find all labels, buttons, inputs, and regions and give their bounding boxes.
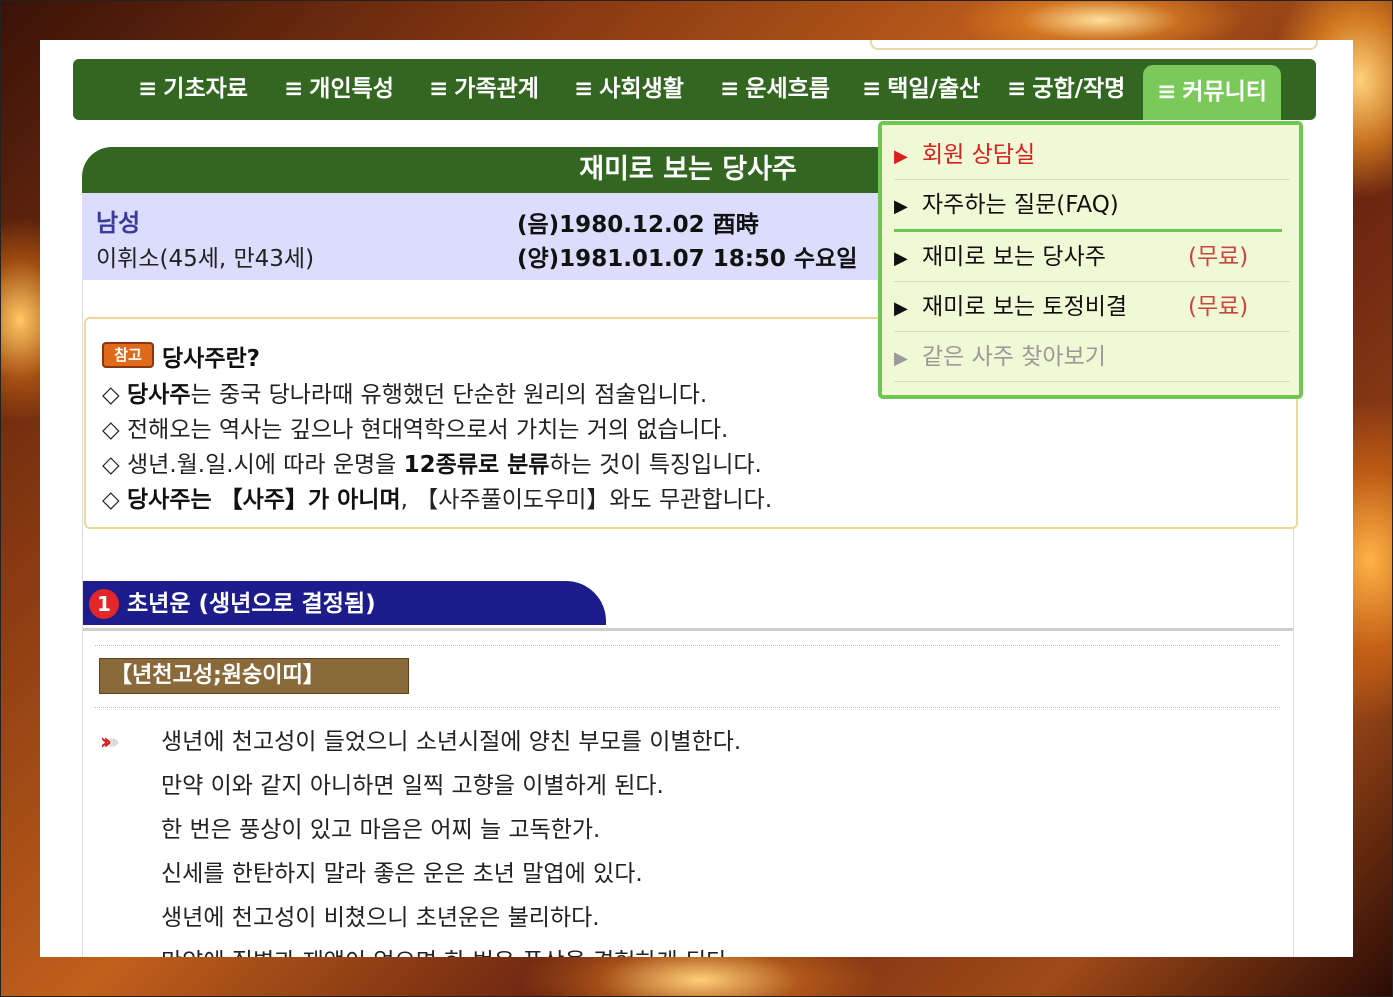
nav-item-personal[interactable]: ≡ 개인특성: [284, 59, 394, 120]
nav-item-label: 가족관계: [454, 76, 539, 102]
nav-item-community[interactable]: ≡ 커뮤니티: [1143, 65, 1281, 120]
dropdown-item-dangsaju[interactable]: ▶ 재미로 보는 당사주 (무료): [894, 233, 1290, 282]
play-triangle-icon: ▶: [894, 146, 908, 167]
section-header: 1 초년운 (생년으로 결정됨): [83, 581, 606, 625]
note-text: , 【사주풀이도우미】와도 무관합니다.: [400, 487, 773, 513]
menu-icon: ≡: [1157, 79, 1177, 105]
note-bold: 당사주는 【사주】가 아니며: [127, 487, 401, 513]
menu-icon: ≡: [284, 76, 304, 102]
fortune-line: 생년에 천고성이 비쳤으니 초년운은 불리하다.: [161, 905, 600, 931]
section-number: 1: [89, 589, 119, 619]
solar-date: (양)1981.01.07 18:50 수요일: [517, 246, 858, 272]
menu-icon: ≡: [429, 76, 449, 102]
dropdown-item-label: 같은 사주 찾아보기: [922, 344, 1106, 370]
divider: [95, 645, 1280, 646]
play-triangle-icon: ▶: [894, 196, 908, 217]
diamond-icon: ◇: [102, 487, 120, 513]
page-title: 재미로 보는 당사주: [579, 154, 797, 185]
note-text: 생년.월.일.시에 따라 운명을: [127, 452, 404, 478]
note-line: ◇ 전해오는 역사는 깊으나 현대역학으로서 가치는 거의 없습니다.: [102, 410, 728, 444]
note-text: 전해오는 역사는 깊으나 현대역학으로서 가치는 거의 없습니다.: [127, 417, 729, 443]
note-badge: 참고: [102, 342, 154, 368]
dropdown-item-label: 회원 상담실: [922, 142, 1036, 168]
diamond-icon: ◇: [102, 452, 120, 478]
name-age: 이휘소(45세, 만43세): [96, 246, 315, 272]
dropdown-item-faq[interactable]: ▶ 자주하는 질문(FAQ): [894, 181, 1290, 229]
divider: [83, 628, 1293, 631]
dropdown-item-label: 재미로 보는 당사주: [922, 244, 1106, 270]
dropdown-item-tojeong[interactable]: ▶ 재미로 보는 토정비결 (무료): [894, 283, 1290, 332]
menu-icon: ≡: [574, 76, 594, 102]
menu-icon: ≡: [1007, 76, 1027, 102]
nav-item-label: 운세흐름: [745, 76, 830, 102]
nav-item-label: 택일/출산: [887, 76, 981, 102]
menu-icon: ≡: [720, 76, 740, 102]
note-text: 는 중국 당나라때 유행했던 단순한 원리의 점술입니다.: [190, 382, 708, 408]
nav-item-fortune[interactable]: ≡ 운세흐름: [720, 59, 830, 120]
note-line: ◇ 생년.월.일.시에 따라 운명을 12종류로 분류하는 것이 특징입니다.: [102, 445, 762, 479]
note-text: 하는 것이 특징입니다.: [549, 452, 762, 478]
dropdown-separator: [894, 229, 1282, 232]
dropdown-item-counsel[interactable]: ▶ 회원 상담실: [894, 131, 1290, 180]
top-info-strip: [870, 40, 1318, 50]
fortune-line: 만약에 질병과 재액이 없으면 한 번은 풍상을 경험하게 된다.: [161, 942, 735, 957]
nav-item-match-naming[interactable]: ≡ 궁합/작명: [1007, 59, 1125, 120]
free-badge: (무료): [1188, 244, 1249, 270]
nav-item-label: 기초자료: [163, 76, 248, 102]
play-triangle-icon: ▶: [894, 248, 908, 269]
main-nav: ≡ 기초자료 ≡ 개인특성 ≡ 가족관계 ≡ 사회생활 ≡ 운세흐름 ≡ 택일/출산 ≡ 궁합…: [73, 59, 1316, 120]
section-title: 초년운 (생년으로 결정됨): [127, 591, 376, 617]
nav-item-social[interactable]: ≡ 사회생활: [574, 59, 684, 120]
community-dropdown: ▶ 회원 상담실 ▶ 자주하는 질문(FAQ) ▶ 재미로 보는 당사주 (무료) ▶ 재…: [878, 121, 1303, 399]
free-badge: (무료): [1188, 294, 1249, 320]
note-bold: 12종류로 분류: [403, 452, 550, 478]
note-bold: 당사주: [127, 382, 191, 408]
note-line: ◇ 당사주는 중국 당나라때 유행했던 단순한 원리의 점술입니다.: [102, 375, 707, 409]
menu-icon: ≡: [862, 76, 882, 102]
menu-icon: ≡: [138, 76, 158, 102]
note-line: ◇ 당사주는 【사주】가 아니며, 【사주풀이도우미】와도 무관합니다.: [102, 480, 772, 514]
double-chevron-icon: ›› ››: [100, 730, 120, 755]
fortune-line: 만약 이와 같지 아니하면 일찍 고향을 이별하게 된다.: [161, 773, 664, 799]
note-heading: 당사주란?: [162, 346, 260, 372]
fortune-line: 신세를 한탄하지 말라 좋은 운은 초년 말엽에 있다.: [161, 861, 643, 887]
divider: [95, 707, 1280, 708]
star-title: 【년천고성;원숭이띠】: [99, 658, 409, 694]
play-triangle-icon: ▶: [894, 298, 908, 319]
nav-item-label: 궁합/작명: [1032, 76, 1126, 102]
fortune-line: 생년에 천고성이 들었으니 소년시절에 양친 부모를 이별한다.: [161, 729, 742, 755]
nav-item-label: 사회생활: [599, 76, 684, 102]
gender-label: 남성: [96, 209, 141, 237]
dropdown-item-label: 자주하는 질문(FAQ): [922, 192, 1119, 218]
nav-item-label: 개인특성: [309, 76, 394, 102]
nav-item-label: 커뮤니티: [1182, 79, 1267, 105]
lunar-date: (음)1980.12.02 酉時: [517, 212, 759, 238]
nav-item-date-birth[interactable]: ≡ 택일/출산: [862, 59, 980, 120]
nav-item-basic[interactable]: ≡ 기초자료: [138, 59, 248, 120]
fortune-line: 한 번은 풍상이 있고 마음은 어찌 늘 고독한가.: [161, 817, 601, 843]
nav-item-family[interactable]: ≡ 가족관계: [429, 59, 539, 120]
dropdown-item-same-saju[interactable]: ▶ 같은 사주 찾아보기: [894, 333, 1290, 382]
page-content: ≡ 기초자료 ≡ 개인특성 ≡ 가족관계 ≡ 사회생활 ≡ 운세흐름 ≡ 택일/출산 ≡ 궁합…: [40, 40, 1353, 957]
diamond-icon: ◇: [102, 382, 120, 408]
play-triangle-icon: ▶: [894, 348, 908, 369]
dropdown-item-label: 재미로 보는 토정비결: [922, 294, 1128, 320]
diamond-icon: ◇: [102, 417, 120, 443]
